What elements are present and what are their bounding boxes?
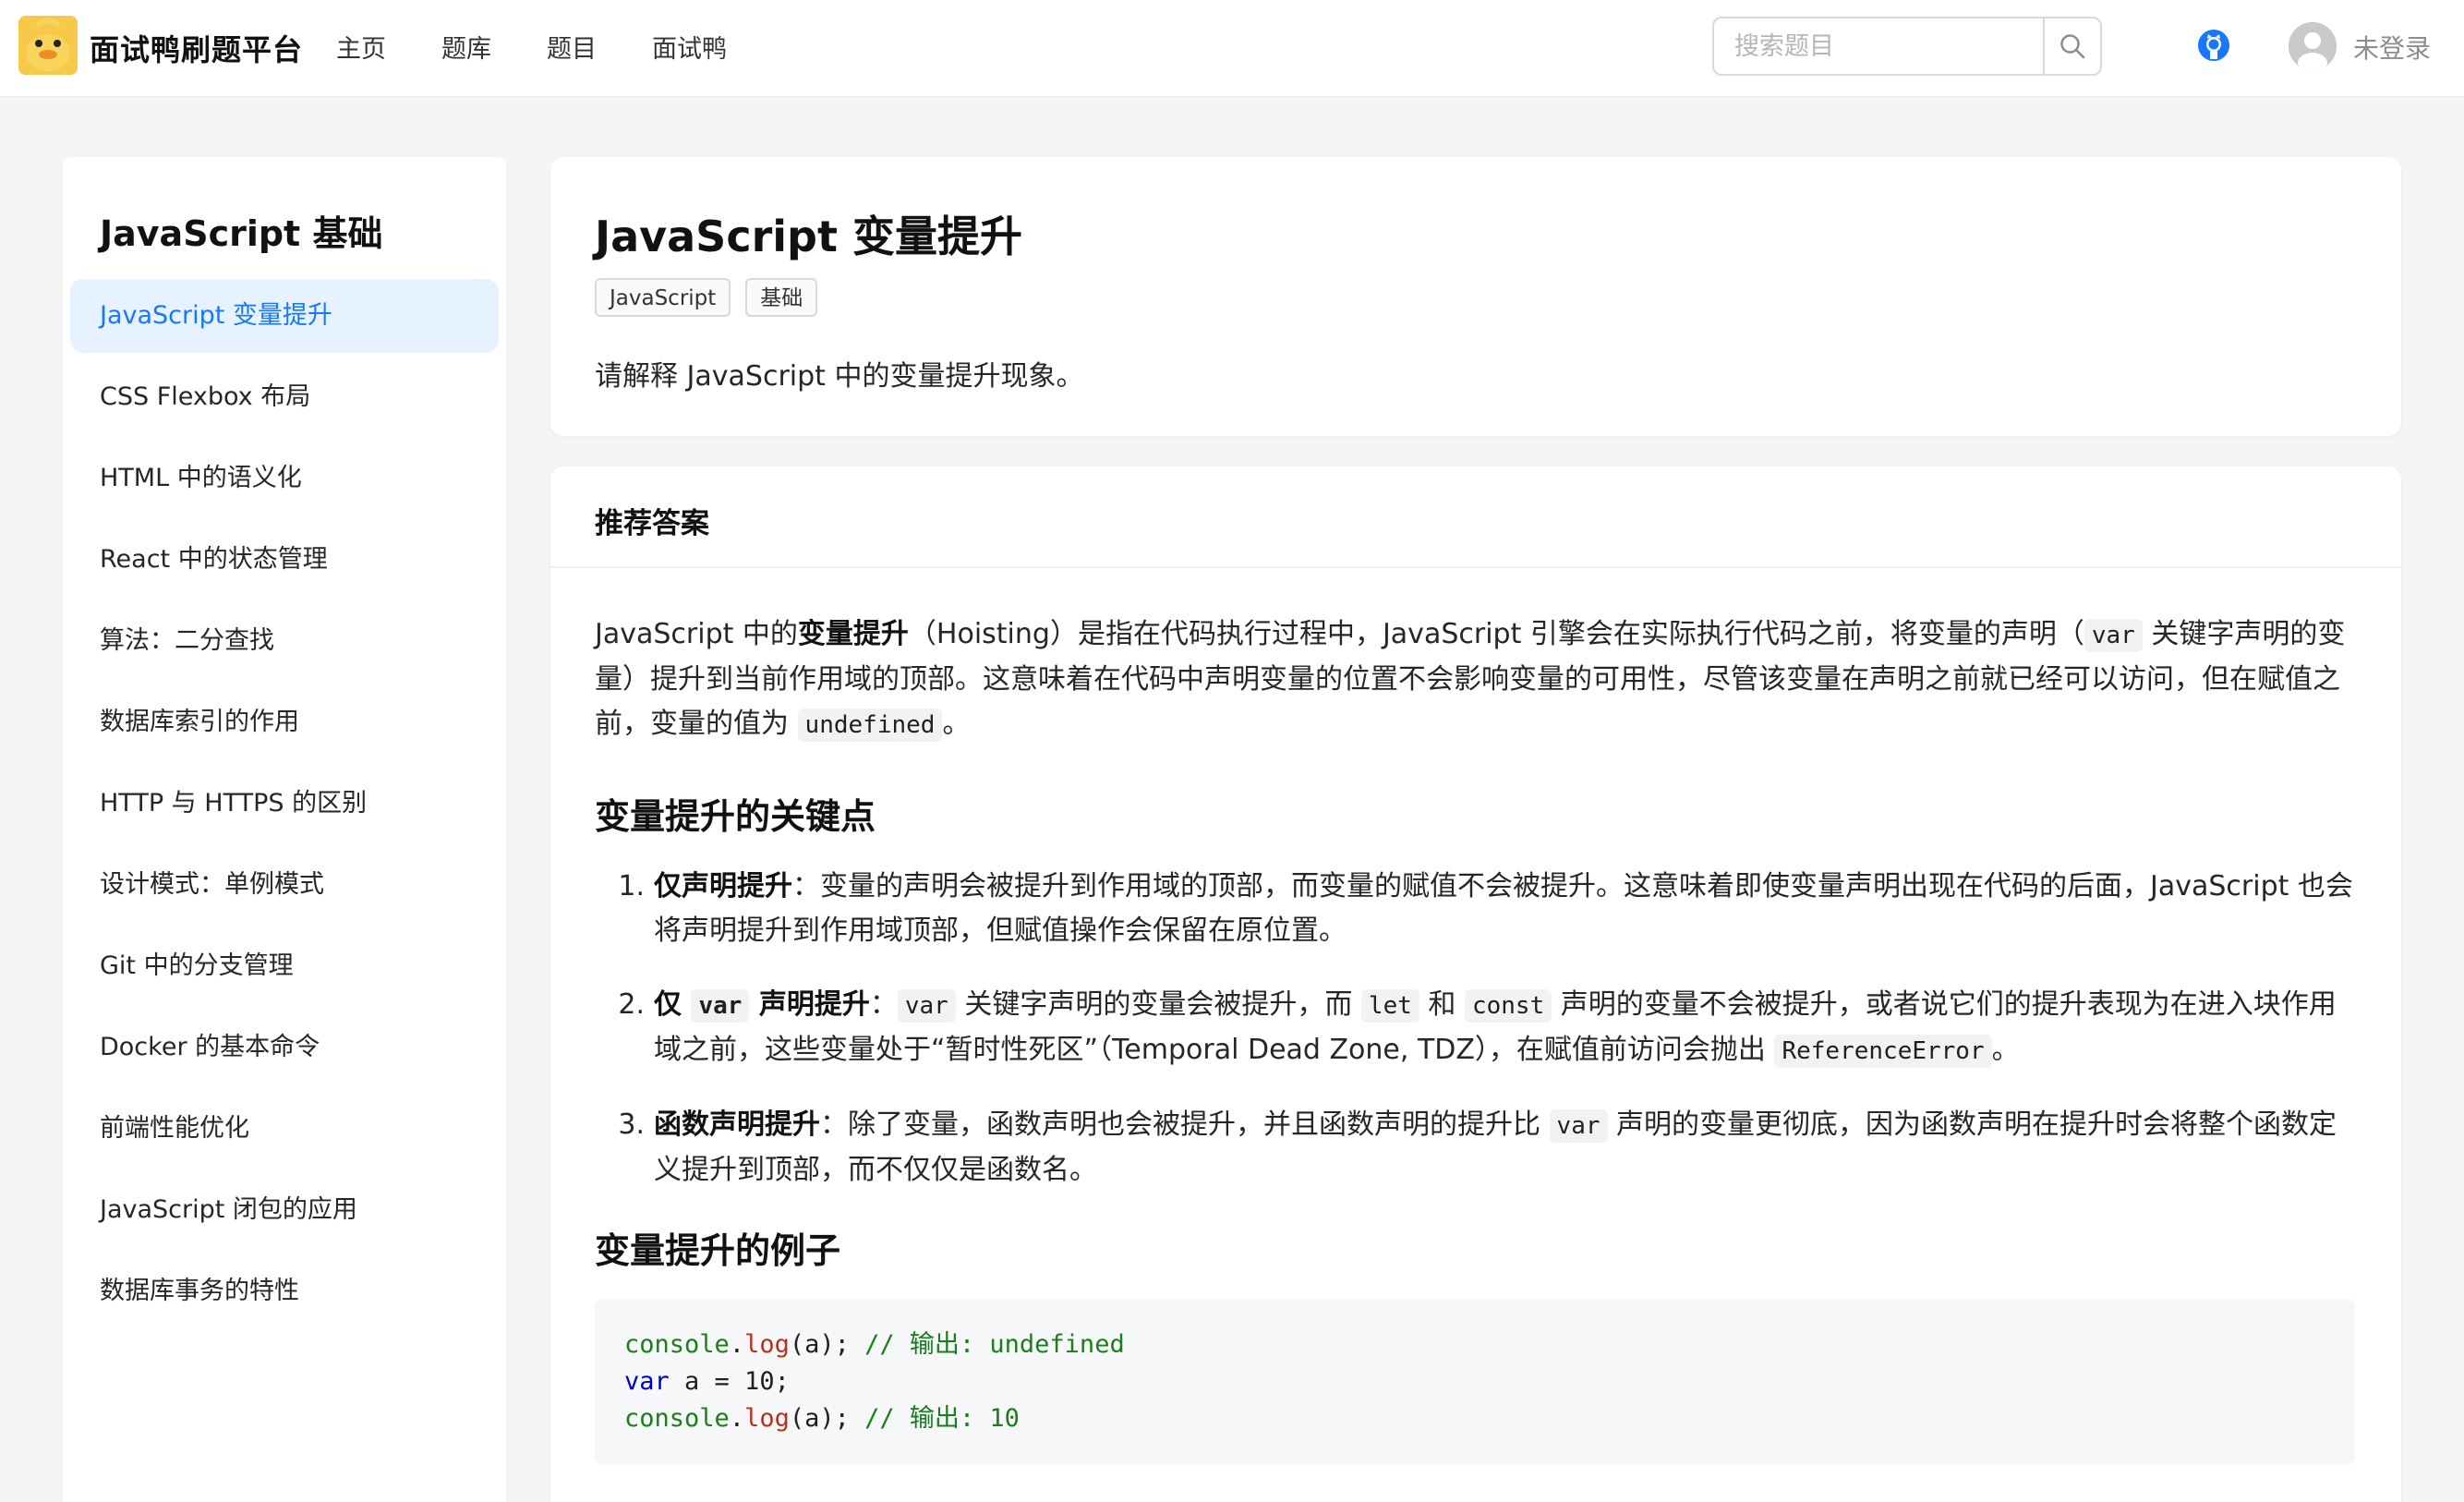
- sidebar-item-docker-commands[interactable]: Docker 的基本命令: [70, 1011, 499, 1084]
- key-points-list: 1. 仅声明提升：变量的声明会被提升到作用域的顶部，而变量的赋值不会被提升。这意…: [595, 865, 2359, 1193]
- code-token: log: [744, 1404, 790, 1433]
- code-block[interactable]: console.log(a); // 输出: undefined var a =…: [595, 1299, 2355, 1465]
- code-token: (a);: [789, 1330, 865, 1359]
- point-title: 仅: [654, 988, 692, 1021]
- answer-body: JavaScript 中的变量提升（Hoisting）是指在代码执行过程中，Ja…: [595, 612, 2359, 1465]
- code-token: a = 10;: [669, 1367, 790, 1396]
- list-number: 3.: [618, 1108, 645, 1141]
- code-comment: // 输出: undefined: [864, 1330, 1125, 1359]
- section-heading-key-points: 变量提升的关键点: [595, 796, 876, 837]
- code-token: console: [624, 1330, 730, 1359]
- list-item: 3. 函数声明提升：除了变量，函数声明也会被提升，并且函数声明的提升比 var …: [595, 1103, 2359, 1193]
- sidebar-item-db-transaction[interactable]: 数据库事务的特性: [70, 1254, 499, 1328]
- sidebar-item-js-hoisting[interactable]: JavaScript 变量提升: [70, 279, 499, 353]
- answer-heading: 推荐答案: [595, 507, 709, 540]
- question-sidebar: JavaScript 基础 JavaScript 变量提升 CSS Flexbo…: [63, 157, 506, 1502]
- point-title: 函数声明提升: [654, 1108, 820, 1141]
- code-token: log: [744, 1330, 790, 1359]
- inline-code-let: let: [1360, 989, 1419, 1023]
- tag-javascript[interactable]: JavaScript: [595, 278, 731, 317]
- duck-logo-icon[interactable]: [18, 16, 78, 75]
- search-input[interactable]: [1714, 18, 2045, 74]
- question-tags: JavaScript 基础: [595, 278, 818, 317]
- search-button[interactable]: [2043, 18, 2100, 74]
- search-icon: [2060, 34, 2085, 59]
- nav-question-bank[interactable]: 题库: [441, 29, 491, 65]
- sidebar-item-http-https[interactable]: HTTP 与 HTTPS 的区别: [70, 767, 499, 841]
- point-text: ：: [869, 988, 898, 1021]
- intro-bold-term: 变量提升: [797, 618, 909, 650]
- inline-code-var: var: [897, 989, 956, 1023]
- search-box: [1712, 17, 2102, 76]
- user-avatar-icon[interactable]: [2289, 22, 2337, 70]
- point-title: 仅声明提升: [654, 870, 792, 902]
- point-text: 和: [1419, 988, 1465, 1021]
- nav-home[interactable]: 主页: [336, 29, 386, 65]
- list-number: 1.: [618, 870, 645, 902]
- nav-questions[interactable]: 题目: [547, 29, 597, 65]
- sidebar-title: JavaScript 基础: [100, 213, 383, 254]
- point-text: ：除了变量，函数声明也会被提升，并且函数声明的提升比: [820, 1108, 1550, 1141]
- sidebar-item-frontend-perf[interactable]: 前端性能优化: [70, 1092, 499, 1166]
- sidebar-item-css-flexbox[interactable]: CSS Flexbox 布局: [70, 360, 499, 434]
- inline-code-const: const: [1464, 989, 1552, 1023]
- inline-code-var: var: [691, 989, 750, 1023]
- intro-text-2: （Hoisting）是指在代码执行过程中，JavaScript 引擎会在实际执行…: [908, 618, 2084, 650]
- answer-intro-paragraph: JavaScript 中的变量提升（Hoisting）是指在代码执行过程中，Ja…: [595, 612, 2359, 747]
- answer-header: 推荐答案: [550, 466, 2401, 568]
- intro-text-4: 。: [942, 708, 971, 740]
- section-heading-example: 变量提升的例子: [595, 1230, 841, 1271]
- code-comment: // 输出: 10: [864, 1404, 1020, 1433]
- list-item: 1. 仅声明提升：变量的声明会被提升到作用域的顶部，而变量的赋值不会被提升。这意…: [595, 865, 2359, 953]
- point-text: 关键字声明的变量会被提升，而: [955, 988, 1361, 1021]
- answer-card: 推荐答案 JavaScript 中的变量提升（Hoisting）是指在代码执行过…: [550, 466, 2401, 1502]
- sidebar-item-db-index[interactable]: 数据库索引的作用: [70, 685, 499, 759]
- question-description: 请解释 JavaScript 中的变量提升现象。: [595, 360, 1084, 393]
- sidebar-question-list: JavaScript 变量提升 CSS Flexbox 布局 HTML 中的语义…: [70, 279, 499, 1336]
- point-text: 。: [1991, 1034, 2020, 1066]
- point-title: 声明提升: [749, 988, 870, 1021]
- sidebar-item-binary-search[interactable]: 算法：二分查找: [70, 604, 499, 678]
- question-card: JavaScript 变量提升 JavaScript 基础 请解释 JavaSc…: [550, 157, 2401, 436]
- tag-basics[interactable]: 基础: [745, 278, 818, 317]
- inline-code-referenceerror: ReferenceError: [1774, 1035, 1992, 1068]
- sidebar-item-html-semantics[interactable]: HTML 中的语义化: [70, 442, 499, 515]
- inline-code-undefined: undefined: [797, 709, 943, 742]
- list-item: 2. 仅 var 声明提升： var 关键字声明的变量会被提升，而 let 和 c…: [595, 983, 2359, 1073]
- top-navbar: 面试鸭刷题平台 主页 题库 题目 面试鸭 未登录: [0, 0, 2464, 97]
- sidebar-item-singleton[interactable]: 设计模式：单例模式: [70, 848, 499, 922]
- brand-name[interactable]: 面试鸭刷题平台: [90, 27, 303, 69]
- code-token: .: [729, 1330, 745, 1359]
- point-text: ：变量的声明会被提升到作用域的顶部，而变量的赋值不会被提升。这意味着即使变量声明…: [654, 870, 2353, 947]
- list-number: 2.: [618, 988, 645, 1021]
- code-token: (a);: [789, 1404, 865, 1433]
- main-nav: 主页 题库 题目 面试鸭: [336, 29, 727, 65]
- sidebar-item-react-state[interactable]: React 中的状态管理: [70, 523, 499, 597]
- inline-code-var: var: [1549, 1109, 1608, 1143]
- code-keyword: var: [624, 1367, 670, 1396]
- login-status-link[interactable]: 未登录: [2353, 29, 2431, 66]
- sidebar-item-git-branch[interactable]: Git 中的分支管理: [70, 929, 499, 1003]
- code-token: console: [624, 1404, 730, 1433]
- question-title: JavaScript 变量提升: [595, 212, 1022, 261]
- intro-text-1: JavaScript 中的: [595, 618, 798, 650]
- sidebar-item-js-closure[interactable]: JavaScript 闭包的应用: [70, 1173, 499, 1247]
- inline-code-var: var: [2084, 619, 2143, 652]
- code-token: .: [729, 1404, 745, 1433]
- nav-mianshiya[interactable]: 面试鸭: [652, 29, 727, 65]
- github-icon[interactable]: [2196, 28, 2231, 63]
